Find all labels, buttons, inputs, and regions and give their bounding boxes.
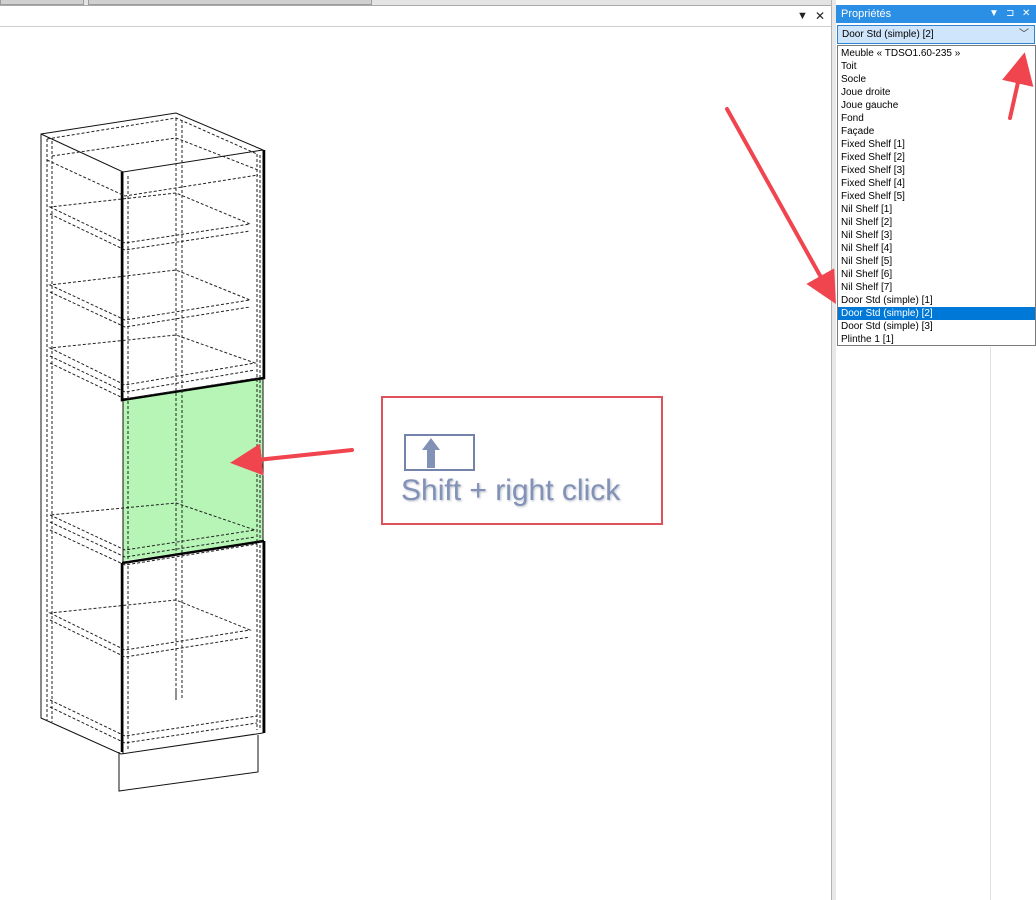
shift-key-icon bbox=[404, 434, 475, 471]
shortcut-hint: Shift + right click bbox=[401, 474, 621, 507]
arrow-to-list-item bbox=[725, 107, 836, 304]
arrow-to-combo bbox=[1002, 52, 1034, 120]
arrow-to-door bbox=[230, 443, 354, 476]
annotation-overlay bbox=[230, 52, 1034, 525]
